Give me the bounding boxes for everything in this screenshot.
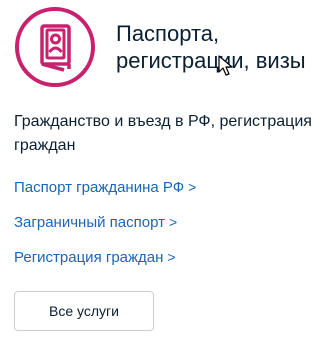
chevron-right-icon: > <box>167 249 176 265</box>
passport-icon <box>14 6 96 88</box>
service-links-list: Паспорт гражданина РФ > Заграничный паспо… <box>14 177 196 282</box>
all-services-button[interactable]: Все услуги <box>14 291 154 331</box>
link-citizen-registration[interactable]: Регистрация граждан > <box>14 249 176 266</box>
link-label: Регистрация граждан <box>14 249 164 266</box>
chevron-right-icon: > <box>188 179 197 195</box>
chevron-right-icon: > <box>168 214 178 230</box>
link-label: Паспорт гражданина РФ <box>14 179 185 196</box>
category-title-line2: регистрации, визы <box>116 48 306 73</box>
list-item: Заграничный паспорт > <box>14 212 196 247</box>
mouse-cursor-icon <box>218 55 234 77</box>
category-title-line1: Паспорта, <box>116 21 220 46</box>
link-passport-rf[interactable]: Паспорт гражданина РФ > <box>14 179 196 196</box>
service-category-card: Паспорта, регистрации, визы Гражданство … <box>0 0 336 342</box>
category-description: Гражданство и въезд в РФ, регистрация гр… <box>14 113 312 154</box>
list-item: Паспорт гражданина РФ > <box>14 177 196 212</box>
category-title[interactable]: Паспорта, регистрации, визы <box>116 20 306 74</box>
category-header[interactable]: Паспорта, регистрации, визы <box>14 6 306 88</box>
list-item: Регистрация граждан > <box>14 247 196 282</box>
link-foreign-passport[interactable]: Заграничный паспорт > <box>14 214 177 231</box>
link-label: Заграничный паспорт <box>14 214 165 231</box>
